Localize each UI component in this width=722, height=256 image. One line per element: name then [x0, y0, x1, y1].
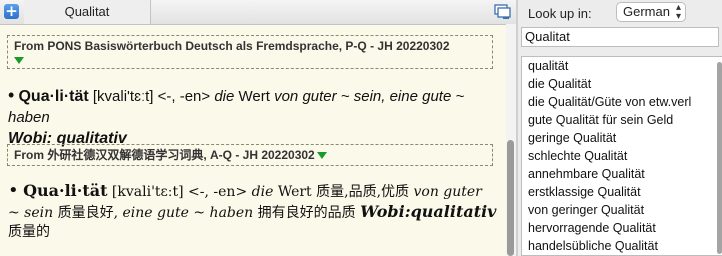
updown-chevron-icon: ▴ ▾ [675, 2, 681, 22]
list-item[interactable]: geringe Qualität [522, 129, 713, 147]
list-item[interactable]: qualität [522, 57, 713, 75]
pronunciation: [kvali'tɛːt] <-, -en> [88, 88, 215, 105]
list-item[interactable]: schlechte Qualität [522, 147, 713, 165]
language-value: German [623, 4, 670, 19]
definition-text: Wert 质量,品质,优质 [273, 184, 414, 200]
bullet-icon: • [8, 180, 19, 201]
lookup-label: Look up in: [528, 6, 592, 21]
collapse-triangle-icon[interactable] [316, 152, 327, 160]
results-list: qualität die Qualität die Qualität/Güte … [521, 56, 722, 256]
language-select[interactable]: German ▴ ▾ [616, 2, 686, 22]
add-tab-button[interactable]: + [4, 4, 19, 19]
definition-article: die [214, 88, 235, 105]
list-item[interactable]: erstklassige Qualität [522, 183, 713, 201]
list-item[interactable]: handelsübliche Qualität [522, 237, 713, 255]
search-input[interactable]: Qualitat [521, 27, 719, 47]
wobi-label: Wobi:qualitativ [360, 202, 497, 221]
list-item[interactable]: gute Qualität für sein Geld [522, 111, 713, 129]
lookup-pane: Look up in: German ▴ ▾ Qualitat qualität … [518, 0, 722, 256]
list-item[interactable]: hervorragende Qualität [522, 219, 713, 237]
tabs-overview-icon[interactable] [494, 3, 512, 21]
entries-pane: + Qualitat From PONS Basiswörterbuch Deu… [0, 0, 516, 256]
example-translation: 质量良好, [53, 205, 123, 221]
pronunciation: [kvali'tɛːt] <-, -en> [107, 184, 252, 200]
example-translation: 拥有良好的品质 [253, 205, 361, 221]
source-title: From 外研社德汉双解德语学习词典, A-Q - JH 20220302 [14, 148, 315, 162]
tab-qualitat[interactable]: Qualitat [24, 0, 151, 24]
list-item[interactable]: annehmbare Qualität [522, 165, 713, 183]
definition-text: Wert [234, 88, 275, 105]
bullet-icon: • [8, 85, 15, 105]
example-text: eine gute ~ haben [122, 205, 254, 221]
collapse-triangle-icon[interactable] [14, 57, 24, 64]
source-title: From PONS Basiswörterbuch Deutsch als Fr… [14, 39, 450, 53]
results-scrollbar-thumb[interactable] [717, 62, 722, 254]
dictionary-source-header[interactable]: From 外研社德汉双解德语学习词典, A-Q - JH 20220302 [7, 144, 493, 166]
tab-bar: + Qualitat [0, 0, 516, 25]
wobi-translation: 质量的 [8, 224, 50, 240]
list-item[interactable]: die Qualität/Güte von etw.verl [522, 93, 713, 111]
headword: Qua·li·tät [23, 181, 108, 200]
entries-scrollbar-thumb[interactable] [507, 140, 514, 256]
headword: Qua·li·tät [18, 88, 89, 105]
list-item[interactable]: die Qualität [522, 75, 713, 93]
dictionary-entry: • Qua·li·tät [kvali'tɛːt] <-, -en> die W… [8, 85, 498, 149]
dictionary-source-header[interactable]: From PONS Basiswörterbuch Deutsch als Fr… [7, 35, 493, 69]
search-value: Qualitat [525, 29, 570, 44]
list-item[interactable]: von geringer Qualität [522, 201, 713, 219]
definition-article: die [251, 184, 274, 200]
entries-view: From PONS Basiswörterbuch Deutsch als Fr… [0, 25, 506, 256]
dictionary-entry: • Qua·li·tät [kvali'tɛːt] <-, -en> die W… [8, 181, 498, 242]
